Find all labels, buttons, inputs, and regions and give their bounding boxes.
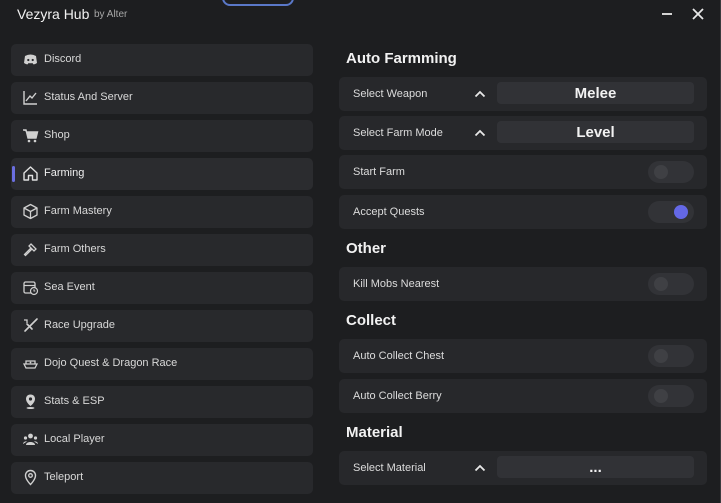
auto-collect-berry-toggle[interactable] bbox=[648, 385, 694, 407]
section-title-collect: Collect bbox=[346, 312, 397, 329]
main-panel: Auto Farmming Select Weapon Melee Select… bbox=[339, 43, 707, 503]
toggle-knob bbox=[654, 277, 668, 291]
sidebar-item-label: Farming bbox=[44, 167, 85, 179]
cart-icon bbox=[22, 127, 39, 144]
calendar-clock-icon bbox=[22, 279, 39, 296]
sidebar-item-label: Dojo Quest & Dragon Race bbox=[44, 357, 178, 369]
sidebar-item-race-upgrade[interactable]: Race Upgrade bbox=[11, 310, 313, 342]
chevron-up-icon[interactable] bbox=[473, 461, 487, 475]
auto-collect-chest-row[interactable]: Auto Collect Chest bbox=[339, 339, 707, 373]
kill-mobs-nearest-row[interactable]: Kill Mobs Nearest bbox=[339, 267, 707, 301]
sidebar-item-local-player[interactable]: Local Player bbox=[11, 424, 313, 456]
sidebar-item-label: Shop bbox=[44, 129, 70, 141]
home-icon bbox=[22, 165, 39, 182]
minimize-button[interactable] bbox=[657, 4, 677, 24]
select-farm-mode-row[interactable]: Select Farm Mode Level bbox=[339, 116, 707, 150]
accept-quests-toggle[interactable] bbox=[648, 201, 694, 223]
section-title-other: Other bbox=[346, 240, 387, 257]
sidebar-item-status-and-server[interactable]: Status And Server bbox=[11, 82, 313, 114]
auto-collect-berry-row[interactable]: Auto Collect Berry bbox=[339, 379, 707, 413]
toggle-knob bbox=[654, 349, 668, 363]
sidebar-item-label: Local Player bbox=[44, 433, 105, 445]
start-farm-row[interactable]: Start Farm bbox=[339, 155, 707, 189]
sword-icon bbox=[22, 317, 39, 334]
sidebar-item-label: Discord bbox=[44, 53, 82, 65]
sidebar-item-teleport[interactable]: Teleport bbox=[11, 462, 313, 494]
location-icon bbox=[22, 469, 39, 486]
sidebar-item-label: Teleport bbox=[44, 471, 84, 483]
close-button[interactable] bbox=[688, 4, 708, 24]
close-icon bbox=[692, 8, 704, 20]
sidebar-item-dojo-quest[interactable]: Dojo Quest & Dragon Race bbox=[11, 348, 313, 380]
map-pin-icon bbox=[22, 393, 39, 410]
sidebar: Discord Status And Server Shop Farming F… bbox=[11, 43, 313, 503]
toggle-knob bbox=[654, 389, 668, 403]
sidebar-item-discord[interactable]: Discord bbox=[11, 44, 313, 76]
sidebar-item-shop[interactable]: Shop bbox=[11, 120, 313, 152]
select-material-row[interactable]: Select Material ... bbox=[339, 451, 707, 485]
auto-collect-chest-toggle[interactable] bbox=[648, 345, 694, 367]
title-bar[interactable]: Vezyra Hub by Alter bbox=[0, 0, 720, 30]
sidebar-item-farm-others[interactable]: Farm Others bbox=[11, 234, 313, 266]
select-material-dropdown[interactable]: ... bbox=[497, 456, 694, 478]
minimize-icon bbox=[662, 13, 672, 15]
sidebar-item-farm-mastery[interactable]: Farm Mastery bbox=[11, 196, 313, 228]
toggle-knob bbox=[654, 165, 668, 179]
toggle-knob bbox=[674, 205, 688, 219]
select-material-label: Select Material bbox=[353, 462, 426, 474]
sidebar-item-label: Sea Event bbox=[44, 281, 95, 293]
select-weapon-dropdown[interactable]: Melee bbox=[497, 82, 694, 104]
kill-mobs-nearest-label: Kill Mobs Nearest bbox=[353, 278, 440, 290]
auto-collect-chest-label: Auto Collect Chest bbox=[353, 350, 445, 362]
sidebar-item-label: Race Upgrade bbox=[44, 319, 115, 331]
start-farm-toggle[interactable] bbox=[648, 161, 694, 183]
accept-quests-label: Accept Quests bbox=[353, 206, 425, 218]
sidebar-item-sea-event[interactable]: Sea Event bbox=[11, 272, 313, 304]
cube-icon bbox=[22, 203, 39, 220]
hammer-icon bbox=[22, 241, 39, 258]
auto-collect-berry-label: Auto Collect Berry bbox=[353, 390, 442, 402]
kill-mobs-nearest-toggle[interactable] bbox=[648, 273, 694, 295]
accept-quests-row[interactable]: Accept Quests bbox=[339, 195, 707, 229]
app-subtitle: by Alter bbox=[94, 9, 128, 20]
discord-icon bbox=[22, 51, 39, 68]
sidebar-item-label: Status And Server bbox=[44, 91, 133, 103]
sidebar-item-label: Farm Mastery bbox=[44, 205, 112, 217]
select-weapon-row[interactable]: Select Weapon Melee bbox=[339, 77, 707, 111]
ship-icon bbox=[22, 355, 39, 372]
chevron-up-icon[interactable] bbox=[473, 126, 487, 140]
section-title-auto-farming: Auto Farmming bbox=[346, 50, 457, 67]
start-farm-label: Start Farm bbox=[353, 166, 405, 178]
section-title-material: Material bbox=[346, 424, 403, 441]
sidebar-item-label: Stats & ESP bbox=[44, 395, 105, 407]
chevron-up-icon[interactable] bbox=[473, 87, 487, 101]
sidebar-item-label: Farm Others bbox=[44, 243, 106, 255]
select-farm-mode-label: Select Farm Mode bbox=[353, 127, 443, 139]
sidebar-item-stats-esp[interactable]: Stats & ESP bbox=[11, 386, 313, 418]
select-weapon-label: Select Weapon bbox=[353, 88, 428, 100]
sidebar-item-farming[interactable]: Farming bbox=[11, 158, 313, 190]
select-farm-mode-dropdown[interactable]: Level bbox=[497, 121, 694, 143]
hub-window: Vezyra Hub by Alter Discord Status And S… bbox=[0, 0, 721, 503]
chart-line-icon bbox=[22, 89, 39, 106]
users-icon bbox=[22, 431, 39, 448]
app-title: Vezyra Hub bbox=[17, 6, 90, 22]
active-indicator bbox=[12, 166, 15, 182]
